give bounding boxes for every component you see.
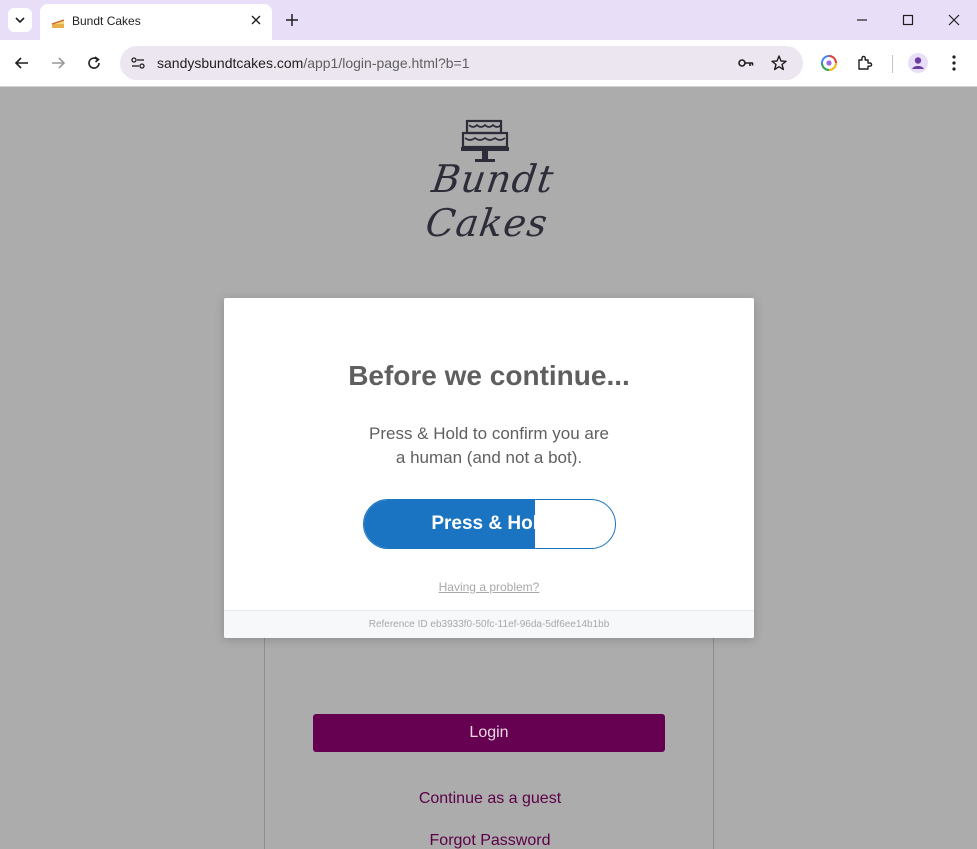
more-menu-icon[interactable] <box>943 52 965 74</box>
tab-title: Bundt Cakes <box>72 14 141 28</box>
hold-label-clip: Press & Hold <box>364 500 534 548</box>
password-key-icon[interactable] <box>736 53 756 73</box>
tab-search-button[interactable] <box>8 8 32 32</box>
url-host: sandysbundtcakes.com <box>157 55 304 71</box>
reload-icon[interactable] <box>82 51 106 75</box>
site-info-icon[interactable] <box>128 53 148 73</box>
login-panel: Login Continue as a guest Forgot Passwor… <box>264 635 714 849</box>
login-button[interactable]: Login <box>313 714 665 752</box>
modal-title: Before we continue... <box>348 360 630 391</box>
extension-color-icon[interactable] <box>818 52 840 74</box>
new-tab-icon[interactable] <box>282 10 302 30</box>
logo-text: Bundt Cakes <box>422 157 557 245</box>
continue-as-guest-link[interactable]: Continue as a guest <box>265 790 715 808</box>
url-path: /app1/login-page.html?b=1 <box>303 55 470 71</box>
minimize-icon[interactable] <box>852 10 872 30</box>
extensions-puzzle-icon[interactable] <box>854 52 876 74</box>
forgot-password-link[interactable]: Forgot Password <box>265 832 715 849</box>
press-and-hold-button[interactable]: Press & Hold <box>363 499 616 549</box>
close-window-icon[interactable] <box>944 10 964 30</box>
tab-active[interactable]: Bundt Cakes <box>40 4 272 40</box>
modal-description: Press & Hold to confirm you are a human … <box>339 422 639 470</box>
back-arrow-icon[interactable] <box>10 51 34 75</box>
close-tab-icon[interactable] <box>248 12 264 28</box>
cake-favicon-icon <box>50 14 66 30</box>
bookmark-star-icon[interactable] <box>769 53 789 73</box>
bot-check-modal: Before we continue... Press & Hold to co… <box>224 298 754 638</box>
maximize-icon[interactable] <box>898 10 918 30</box>
address-bar[interactable]: sandysbundtcakes.com/app1/login-page.htm… <box>120 46 803 80</box>
tab-strip: Bundt Cakes <box>0 0 977 40</box>
chevron-down-icon <box>15 17 25 24</box>
modal-description-line-2: a human (and not a bot). <box>395 448 583 467</box>
modal-footer: Reference ID eb3933f0-50fc-11ef-96da-5df… <box>224 610 754 638</box>
modal-description-line-1: Press & Hold to confirm you are <box>369 424 609 443</box>
toolbar-divider <box>892 55 893 73</box>
hold-button-label: Press & Hold <box>431 513 534 534</box>
page-content: Bundt Cakes Login Continue as a guest Fo… <box>0 87 977 849</box>
having-a-problem-link[interactable]: Having a problem? <box>224 580 754 594</box>
browser-toolbar: sandysbundtcakes.com/app1/login-page.htm… <box>0 40 977 87</box>
url-text: sandysbundtcakes.com/app1/login-page.htm… <box>157 55 470 71</box>
reference-id: Reference ID eb3933f0-50fc-11ef-96da-5df… <box>368 619 610 630</box>
profile-avatar-icon[interactable] <box>907 52 929 74</box>
bundt-cakes-logo: Bundt Cakes <box>378 115 602 245</box>
forward-arrow-icon[interactable] <box>46 51 70 75</box>
